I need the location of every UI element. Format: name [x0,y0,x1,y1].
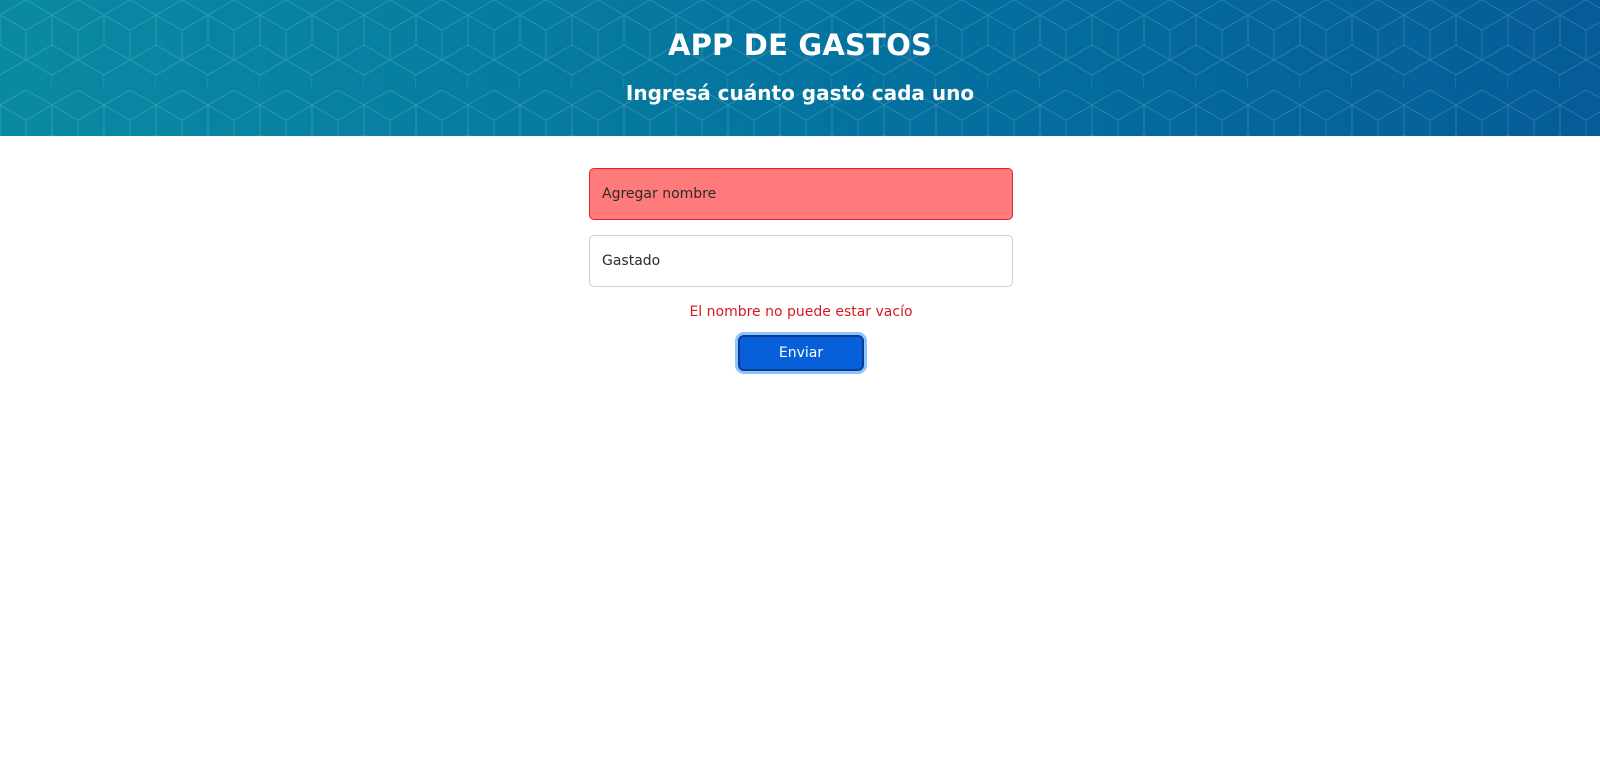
page-header: APP DE GASTOS Ingresá cuánto gastó cada … [0,0,1600,136]
name-error-message: El nombre no puede estar vacío [689,304,913,320]
header-cube-pattern [0,0,1600,136]
name-input[interactable] [589,168,1013,220]
page-subtitle: Ingresá cuánto gastó cada uno [625,81,975,105]
submit-button[interactable]: Enviar [738,335,864,371]
submit-button-container: Enviar [589,335,1013,371]
page-title: APP DE GASTOS [667,28,933,62]
expense-form: El nombre no puede estar vacío Enviar [589,168,1013,371]
spent-input[interactable] [589,235,1013,287]
